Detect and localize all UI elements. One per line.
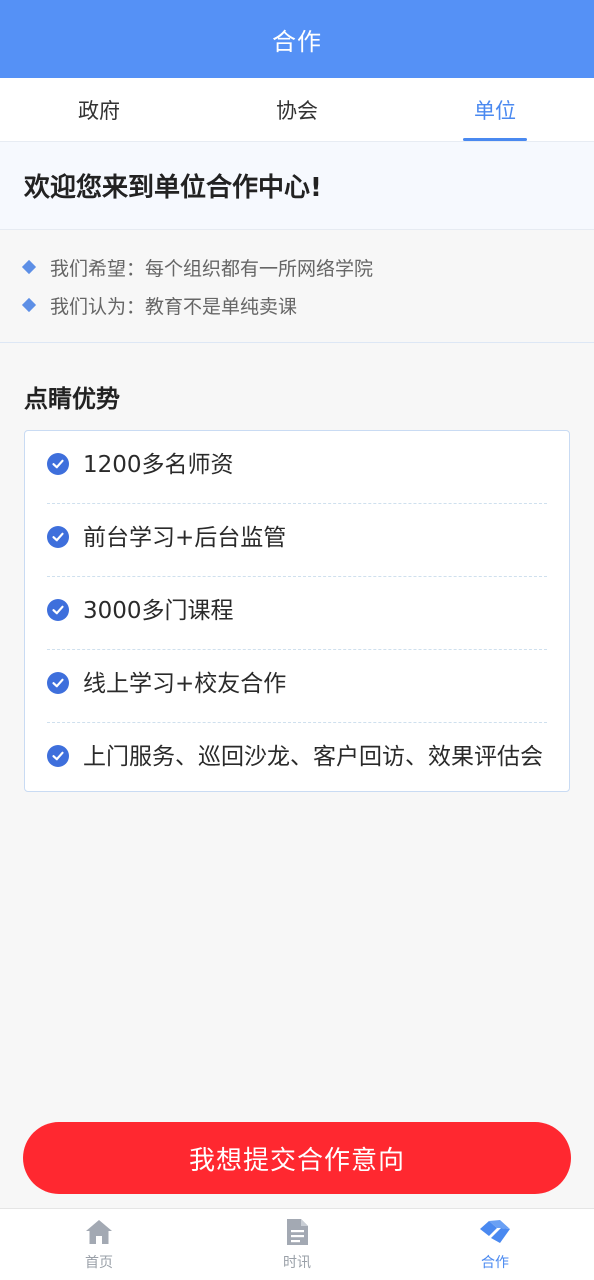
nav-item-news[interactable]: 时讯 (198, 1209, 396, 1280)
advantage-item: 线上学习+校友合作 (47, 650, 547, 723)
advantage-text: 上门服务、巡回沙龙、客户回访、效果评估会 (83, 744, 543, 770)
nav-label: 首页 (85, 1254, 113, 1271)
tab-association[interactable]: 协会 (198, 78, 396, 141)
home-icon (84, 1218, 114, 1250)
advantage-text: 前台学习+后台监管 (83, 525, 287, 551)
welcome-text: 欢迎您来到单位合作中心! (24, 173, 322, 203)
tab-label: 单位 (474, 98, 516, 123)
nav-label: 时讯 (283, 1254, 311, 1271)
intro-text: 我们认为：教育不是单纯卖课 (50, 295, 298, 318)
check-circle-icon (47, 526, 69, 548)
section-title: 点睛优势 (24, 385, 120, 413)
intro-item: 我们认为：教育不是单纯卖课 (21, 286, 570, 324)
intro-item: 我们希望：每个组织都有一所网络学院 (21, 248, 570, 286)
document-icon (284, 1218, 310, 1250)
app-header: 合作 (0, 0, 594, 78)
advantage-text: 1200多名师资 (83, 452, 234, 478)
header-title: 合作 (272, 27, 322, 56)
tab-government[interactable]: 政府 (0, 78, 198, 141)
advantage-text: 3000多门课程 (83, 598, 234, 624)
diamond-bullet-icon (21, 259, 37, 275)
advantage-item: 上门服务、巡回沙龙、客户回访、效果评估会 (47, 723, 547, 791)
nav-item-home[interactable]: 首页 (0, 1209, 198, 1280)
check-circle-icon (47, 672, 69, 694)
nav-label: 合作 (481, 1254, 509, 1271)
handshake-icon (478, 1218, 512, 1250)
advantage-text: 线上学习+校友合作 (83, 671, 287, 697)
diamond-bullet-icon (21, 297, 37, 313)
category-tabs: 政府 协会 单位 (0, 78, 594, 142)
advantage-item: 前台学习+后台监管 (47, 504, 547, 577)
check-circle-icon (47, 453, 69, 475)
intro-text: 我们希望：每个组织都有一所网络学院 (50, 257, 374, 280)
submit-cooperation-button[interactable]: 我想提交合作意向 (23, 1122, 571, 1194)
nav-item-cooperation[interactable]: 合作 (396, 1209, 594, 1280)
intro-list: 我们希望：每个组织都有一所网络学院 我们认为：教育不是单纯卖课 (0, 230, 594, 343)
advantage-item: 3000多门课程 (47, 577, 547, 650)
bottom-nav: 首页 时讯 合作 (0, 1208, 594, 1280)
check-circle-icon (47, 745, 69, 767)
check-circle-icon (47, 599, 69, 621)
advantage-item: 1200多名师资 (47, 431, 547, 504)
welcome-banner: 欢迎您来到单位合作中心! (0, 142, 594, 230)
tab-label: 政府 (78, 98, 120, 123)
tab-label: 协会 (276, 98, 318, 123)
advantages-box: 1200多名师资 前台学习+后台监管 3000多门课程 线上学习+校友合作 上门… (24, 430, 570, 792)
tab-organization[interactable]: 单位 (396, 78, 594, 141)
page: 合作 政府 协会 单位 欢迎您来到单位合作中心! 我们希望：每个组织都有一所网络… (0, 0, 594, 1280)
